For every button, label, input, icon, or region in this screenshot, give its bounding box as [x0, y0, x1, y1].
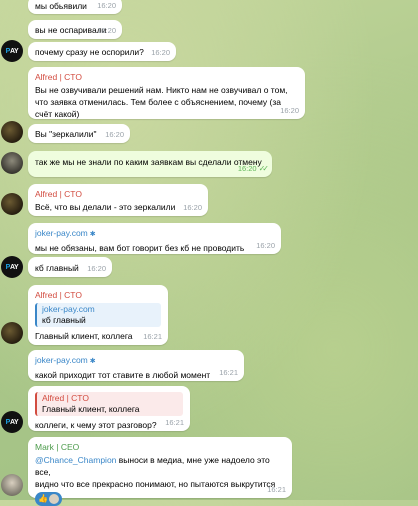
message-bubble[interactable]: Mark | CEO @Chance_Champion выноси в мед… — [28, 437, 292, 506]
joker-pay-avatar[interactable]: P AY — [1, 411, 23, 433]
message-text: мы обьявили — [35, 1, 87, 11]
message-text: почему сразу не оспорили? — [35, 47, 144, 57]
message-text: Главный клиент, коллега — [35, 331, 133, 341]
message-time: 16:20 — [97, 26, 116, 35]
sender-name[interactable]: Alfred | CTO — [35, 289, 161, 301]
message-bubble[interactable]: почему сразу не оспорили? 16:20 — [28, 42, 176, 61]
star-icon: ✱ — [89, 231, 96, 238]
message-bubble[interactable]: кб главный 16:20 — [28, 257, 112, 277]
message-time: 16:20 — [183, 203, 202, 212]
sender-name[interactable]: Mark | CEO — [35, 441, 285, 453]
message-text: Вы "зеркалили" — [35, 129, 97, 139]
message-time: 16:20 — [97, 1, 116, 10]
avatar-initial: AY — [9, 47, 19, 55]
reply-quote[interactable]: Alfred | CTO Главный клиент, коллега — [35, 392, 183, 416]
star-icon: ✱ — [89, 358, 96, 365]
user-mention-link[interactable]: @Chance_Champion — [35, 455, 116, 465]
message-bubble[interactable]: Alfred | CTO Вы не озвучивали решений на… — [28, 67, 305, 119]
avatar-initial: AY — [9, 418, 19, 426]
mark-avatar[interactable] — [1, 474, 23, 496]
reaction-badge[interactable]: 👍 — [35, 492, 62, 506]
message-text: Вы не озвучивали решений нам. Никто нам … — [35, 85, 288, 119]
message-text: @Chance_Champion выноси в медиа, мне уже… — [35, 454, 285, 490]
message-text: коллеги, к чему этот разговор? — [35, 420, 157, 430]
message-time: 16:21 — [219, 368, 238, 377]
alfred-avatar[interactable] — [1, 193, 23, 215]
message-text: так же мы не знали по каким заявкам вы с… — [35, 157, 262, 167]
message-text: какой приходит тот ставите в любой момен… — [35, 370, 211, 380]
message-bubble[interactable]: Alfred | CTO joker-pay.com кб главный Гл… — [28, 285, 168, 345]
chat-area[interactable]: мы обьявили 16:20 вы не оспаривали 16:20… — [0, 0, 418, 506]
sender-name[interactable]: joker-pay.com ✱ — [35, 227, 274, 241]
message-time: 16:20 — [256, 241, 275, 250]
message-bubble[interactable]: Вы "зеркалили" 16:20 — [28, 124, 130, 143]
message-time-value: 16:20 — [237, 164, 257, 173]
reactor-avatar — [48, 494, 59, 504]
message-time: 16:20 ✓✓ — [237, 163, 270, 175]
alfred-avatar[interactable] — [1, 322, 23, 344]
quote-text: Главный клиент, коллега — [42, 404, 140, 414]
message-time: 16:20 — [151, 48, 170, 57]
user-avatar[interactable] — [1, 152, 23, 174]
joker-pay-avatar[interactable]: P AY — [1, 256, 23, 278]
sender-name-text: joker-pay.com — [35, 228, 88, 238]
message-text: Всё, что вы делали - это зеркалили — [35, 202, 176, 212]
message-text: вы не оспаривали — [35, 25, 107, 35]
quote-text: кб главный — [42, 315, 86, 325]
double-check-icon: ✓✓ — [258, 164, 270, 173]
message-text: мы не обязаны, вам бот говорит без кб не… — [35, 243, 245, 253]
message-time: 16:21 — [165, 418, 184, 427]
message-time: 16:20 — [105, 130, 124, 139]
message-time: 16:21 — [143, 332, 162, 341]
sender-name-text: joker-pay.com — [35, 355, 88, 365]
sender-name[interactable]: Alfred | CTO — [35, 71, 298, 83]
message-bubble[interactable]: joker-pay.com ✱ какой приходит тот ставит… — [28, 350, 244, 381]
message-time: 16:20 — [87, 264, 106, 273]
message-time: 16:21 — [267, 485, 286, 494]
message-text: кб главный — [35, 263, 79, 273]
avatar-initial: AY — [9, 263, 19, 271]
thumbs-up-icon: 👍 — [38, 494, 48, 503]
reply-quote[interactable]: joker-pay.com кб главный — [35, 303, 161, 327]
alfred-avatar[interactable] — [1, 121, 23, 143]
sender-name[interactable]: Alfred | CTO — [35, 188, 201, 200]
message-bubble[interactable]: Alfred | CTO Главный клиент, коллега кол… — [28, 386, 190, 431]
message-bubble[interactable]: Alfred | CTO Всё, что вы делали - это зе… — [28, 184, 208, 216]
quote-sender: joker-pay.com — [42, 304, 95, 314]
message-bubble[interactable]: мы обьявили 16:20 — [28, 0, 122, 14]
message-time: 16:20 — [280, 106, 299, 115]
message-bubble-outgoing[interactable]: так же мы не знали по каким заявкам вы с… — [28, 151, 272, 177]
message-bubble[interactable]: вы не оспаривали 16:20 — [28, 20, 122, 39]
message-bubble[interactable]: joker-pay.com ✱ мы не обязаны, вам бот го… — [28, 223, 281, 254]
joker-pay-avatar[interactable]: P AY — [1, 40, 23, 62]
quote-sender: Alfred | CTO — [42, 393, 89, 403]
sender-name[interactable]: joker-pay.com ✱ — [35, 354, 237, 368]
